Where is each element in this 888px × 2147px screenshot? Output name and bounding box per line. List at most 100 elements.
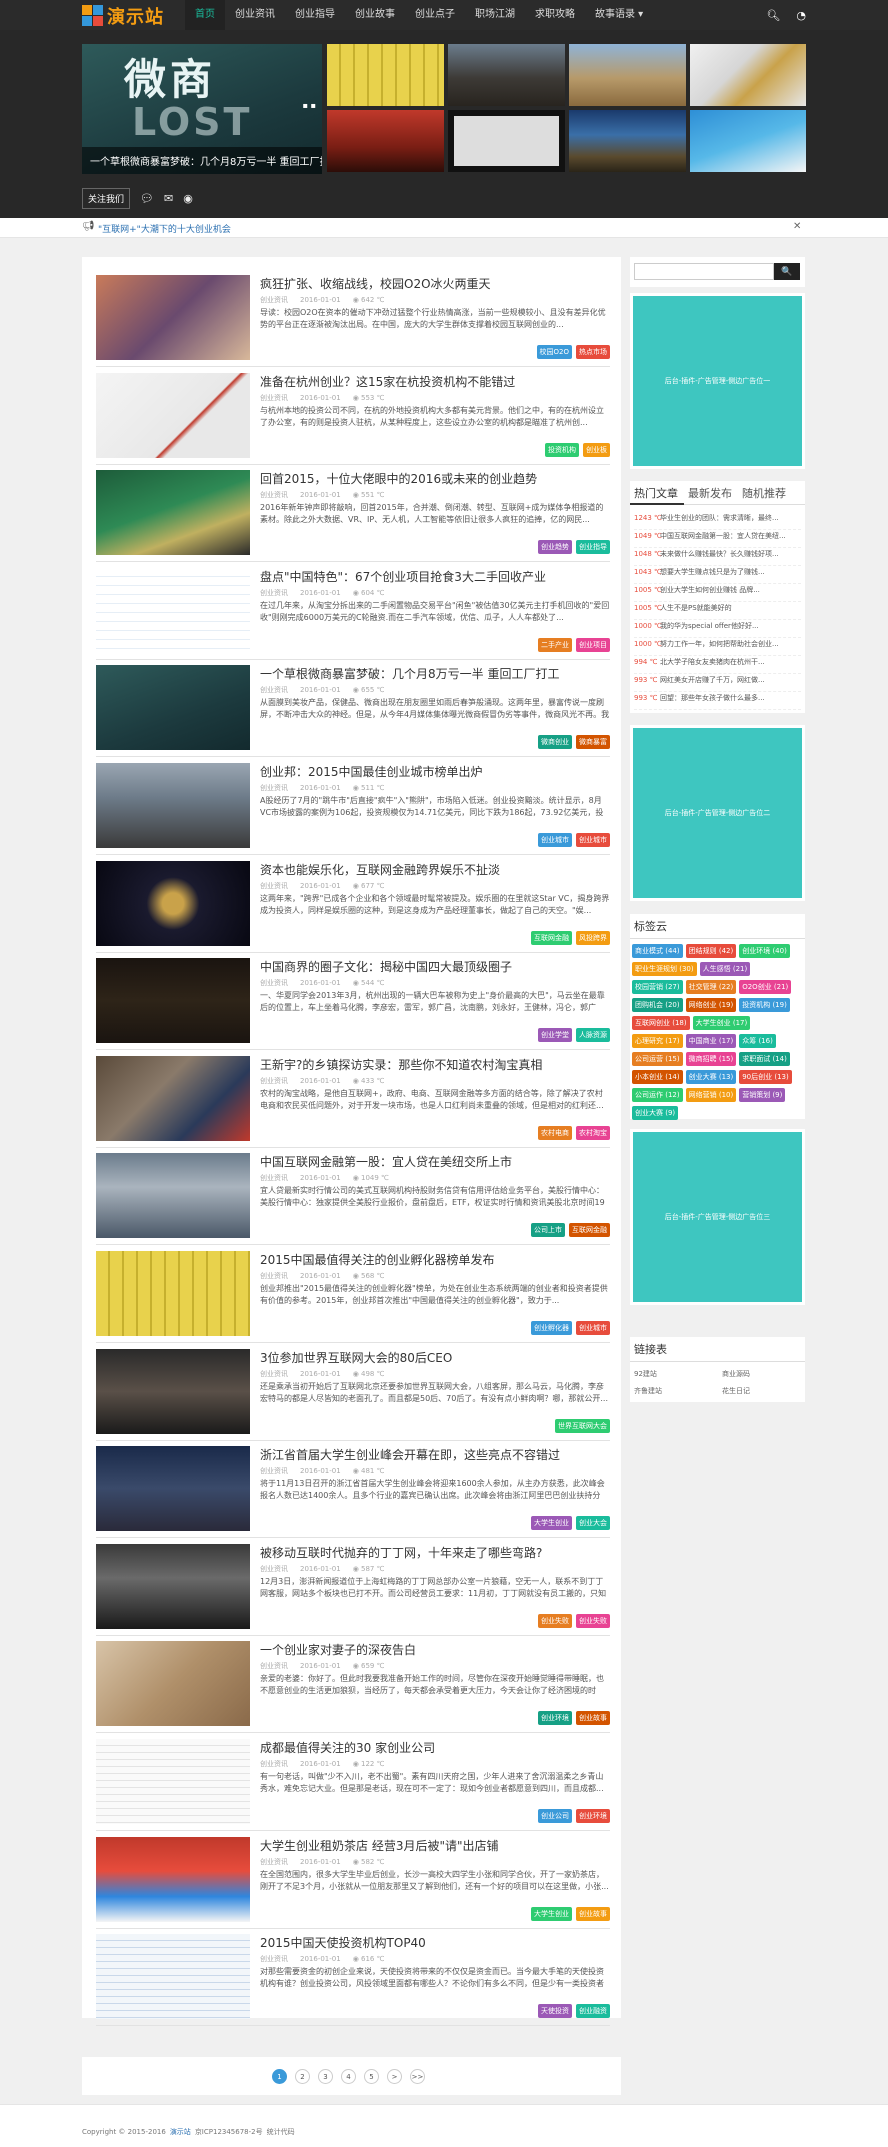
article-tag[interactable]: 创业指导 bbox=[576, 540, 610, 555]
article-category[interactable]: 创业资讯 bbox=[260, 394, 288, 402]
article-title[interactable]: 回首2015，十位大佬眼中的2016或未来的创业趋势 bbox=[260, 470, 537, 487]
tag-cloud-item[interactable]: 团购机会 (20) bbox=[632, 998, 683, 1012]
last-page-button[interactable]: >> bbox=[410, 2069, 425, 2084]
hot-article-item[interactable]: 1000 ℃努力工作一年，如何把帮助社会创业... bbox=[634, 639, 801, 656]
article-thumbnail[interactable] bbox=[96, 1251, 250, 1336]
article-category[interactable]: 创业资讯 bbox=[260, 1467, 288, 1475]
footer-site-link[interactable]: 演示站 bbox=[170, 2128, 191, 2136]
article-thumbnail[interactable] bbox=[96, 1446, 250, 1532]
email-icon[interactable]: ✉ bbox=[164, 192, 173, 205]
article-category[interactable]: 创业资讯 bbox=[260, 1174, 288, 1182]
article-category[interactable]: 创业资讯 bbox=[260, 491, 288, 499]
article-thumbnail[interactable] bbox=[96, 372, 250, 458]
article-thumbnail[interactable] bbox=[96, 567, 250, 653]
hero-thumb-1[interactable] bbox=[327, 44, 444, 106]
article-thumbnail[interactable] bbox=[96, 1543, 250, 1629]
article-category[interactable]: 创业资讯 bbox=[260, 1370, 288, 1378]
article-category[interactable]: 创业资讯 bbox=[260, 979, 288, 987]
link-item[interactable]: 花生日记 bbox=[722, 1386, 750, 1396]
article-category[interactable]: 创业资讯 bbox=[260, 589, 288, 597]
hot-article-item[interactable]: 1005 ℃人生不是PS就能美好的 bbox=[634, 603, 801, 620]
article-category[interactable]: 创业资讯 bbox=[260, 1760, 288, 1768]
nav-workplace[interactable]: 职场江湖 bbox=[465, 0, 525, 30]
hero-thumb-3[interactable] bbox=[569, 44, 686, 106]
tag-cloud-item[interactable]: 创业大赛 (13) bbox=[685, 1070, 737, 1084]
ad-slot-1[interactable]: 后台-插件-广告管理-侧边广告位一 bbox=[633, 296, 802, 466]
tab-hot[interactable]: 热门文章 bbox=[630, 481, 684, 505]
article-thumbnail[interactable] bbox=[96, 470, 250, 556]
ad-slot-2[interactable]: 后台-插件-广告管理-侧边广告位二 bbox=[633, 728, 802, 898]
article-category[interactable]: 创业资讯 bbox=[260, 882, 288, 890]
tag-cloud-item[interactable]: 中国商业 (17) bbox=[685, 1034, 737, 1048]
tag-cloud-item[interactable]: 网络营销 (10) bbox=[685, 1088, 737, 1102]
article-tag[interactable]: 公司上市 bbox=[531, 1223, 565, 1238]
article-tag[interactable]: 创业失败 bbox=[576, 1613, 610, 1628]
hero-featured-slide[interactable]: 微商 LOST 一个草根微商暴富梦破：几个月8万亏一半 重回工厂打工 ▪ ▪ bbox=[82, 44, 322, 174]
hot-title[interactable]: 努力工作一年，如何把帮助社会创业... bbox=[660, 640, 779, 648]
article-tag[interactable]: 创业融资 bbox=[576, 2004, 610, 2019]
article-tag[interactable]: 大学生创业 bbox=[531, 1516, 572, 1531]
article-category[interactable]: 创业资讯 bbox=[260, 1955, 288, 1963]
article-tag[interactable]: 创业城市 bbox=[538, 833, 572, 847]
article-tag[interactable]: 农村淘宝 bbox=[576, 1125, 610, 1140]
tag-cloud-item[interactable]: 创业环境 (40) bbox=[739, 944, 790, 958]
tag-cloud-item[interactable]: 众筹 (16) bbox=[739, 1034, 776, 1048]
tag-cloud-item[interactable]: 投资机构 (19) bbox=[739, 998, 790, 1012]
hot-title[interactable]: 回望：那些年女孩子做什么最多... bbox=[660, 694, 765, 702]
article-tag[interactable]: 创业城市 bbox=[576, 1321, 610, 1335]
site-logo[interactable]: 演示站 bbox=[82, 3, 164, 29]
article-title[interactable]: 创业邦：2015中国最佳创业城市榜单出炉 bbox=[260, 763, 483, 780]
article-title[interactable]: 中国互联网金融第一股：宜人贷在美纽交所上市 bbox=[260, 1153, 512, 1170]
article-title[interactable]: 成都最值得关注的30 家创业公司 bbox=[260, 1739, 435, 1756]
tag-cloud-item[interactable]: 团结规则 (42) bbox=[685, 944, 737, 958]
article-thumbnail[interactable] bbox=[96, 275, 250, 360]
article-tag[interactable]: 创业项目 bbox=[576, 637, 610, 652]
tag-cloud-item[interactable]: 心理研究 (17) bbox=[632, 1034, 683, 1048]
article-thumbnail[interactable] bbox=[96, 1153, 250, 1239]
hot-article-item[interactable]: 1049 ℃中国互联网金融第一股：宜人贷在美纽... bbox=[634, 531, 801, 548]
hot-article-item[interactable]: 994 ℃ 北大学子陪女友卖猪肉在杭州干... bbox=[634, 657, 801, 674]
article-tag[interactable]: 创业环境 bbox=[538, 1711, 572, 1726]
article-tag[interactable]: 创业孵化器 bbox=[531, 1321, 572, 1335]
icp-number[interactable]: 京ICP12345678-2号 bbox=[195, 2128, 263, 2136]
article-title[interactable]: 中国商界的圈子文化：揭秘中国四大最顶级圈子 bbox=[260, 958, 512, 975]
tab-random[interactable]: 随机推荐 bbox=[738, 481, 792, 505]
article-thumbnail[interactable] bbox=[96, 1836, 250, 1922]
tab-latest[interactable]: 最新发布 bbox=[684, 481, 738, 505]
article-tag[interactable]: 热点市场 bbox=[576, 345, 610, 359]
article-thumbnail[interactable] bbox=[96, 1739, 250, 1824]
article-tag[interactable]: 互联网金融 bbox=[531, 930, 572, 945]
article-thumbnail[interactable] bbox=[96, 1055, 250, 1141]
article-tag[interactable]: 投资机构 bbox=[545, 442, 579, 457]
tag-cloud-item[interactable]: 互联网创业 (18) bbox=[632, 1016, 690, 1030]
notice-text[interactable]: "互联网+"大潮下的十大创业机会 bbox=[98, 222, 231, 235]
hot-title[interactable]: 想要大学生赚点钱只是为了赚钱... bbox=[660, 568, 765, 576]
hot-article-item[interactable]: 993 ℃ 回望：那些年女孩子做什么最多... bbox=[634, 693, 801, 710]
article-title[interactable]: 王新宇?的乡镇探访实录：那些你不知道农村淘宝真相 bbox=[260, 1056, 542, 1073]
article-tag[interactable]: 创业公司 bbox=[538, 1809, 572, 1823]
article-tag[interactable]: 大学生创业 bbox=[531, 1906, 572, 1921]
hot-article-item[interactable]: 1005 ℃创业大学生如何创业赚钱 品牌... bbox=[634, 585, 801, 602]
article-tag[interactable]: 创业故事 bbox=[576, 1906, 610, 1921]
article-thumbnail[interactable] bbox=[96, 665, 250, 751]
slider-dots[interactable]: ▪ ▪ bbox=[303, 101, 316, 110]
article-title[interactable]: 准备在杭州创业？这15家在杭投资机构不能错过 bbox=[260, 373, 515, 390]
article-tag[interactable]: 农村电商 bbox=[538, 1125, 572, 1140]
article-title[interactable]: 资本也能娱乐化，互联网金融跨界娱乐不扯淡 bbox=[260, 861, 500, 878]
article-tag[interactable]: 二手产业 bbox=[538, 637, 572, 652]
tag-cloud-item[interactable]: 职业生涯规划 (30) bbox=[632, 962, 697, 976]
article-title[interactable]: 大学生创业租奶茶店 经营3月后被"请"出店铺 bbox=[260, 1837, 499, 1854]
hot-title[interactable]: 人生不是PS就能美好的 bbox=[660, 604, 732, 612]
article-tag[interactable]: 创业故事 bbox=[576, 1711, 610, 1726]
page-button[interactable]: 2 bbox=[295, 2069, 310, 2084]
tag-cloud-item[interactable]: 人生感悟 (21) bbox=[699, 962, 751, 976]
tag-cloud-item[interactable]: 公司运营 (15) bbox=[632, 1052, 683, 1066]
nav-job-tips[interactable]: 求职攻略 bbox=[525, 0, 585, 30]
article-category[interactable]: 创业资讯 bbox=[260, 296, 288, 304]
hot-article-item[interactable]: 1243 ℃毕业生创业的团队：需求清晰，最终... bbox=[634, 513, 801, 530]
tag-cloud-item[interactable]: 网络创业 (19) bbox=[685, 998, 737, 1012]
article-tag[interactable]: 微商创业 bbox=[538, 735, 572, 750]
article-title[interactable]: 疯狂扩张、收缩战线，校园O2O冰火两重天 bbox=[260, 275, 491, 292]
article-category[interactable]: 创业资讯 bbox=[260, 1077, 288, 1085]
hot-title[interactable]: 我的华为special offer他好好... bbox=[660, 622, 759, 630]
